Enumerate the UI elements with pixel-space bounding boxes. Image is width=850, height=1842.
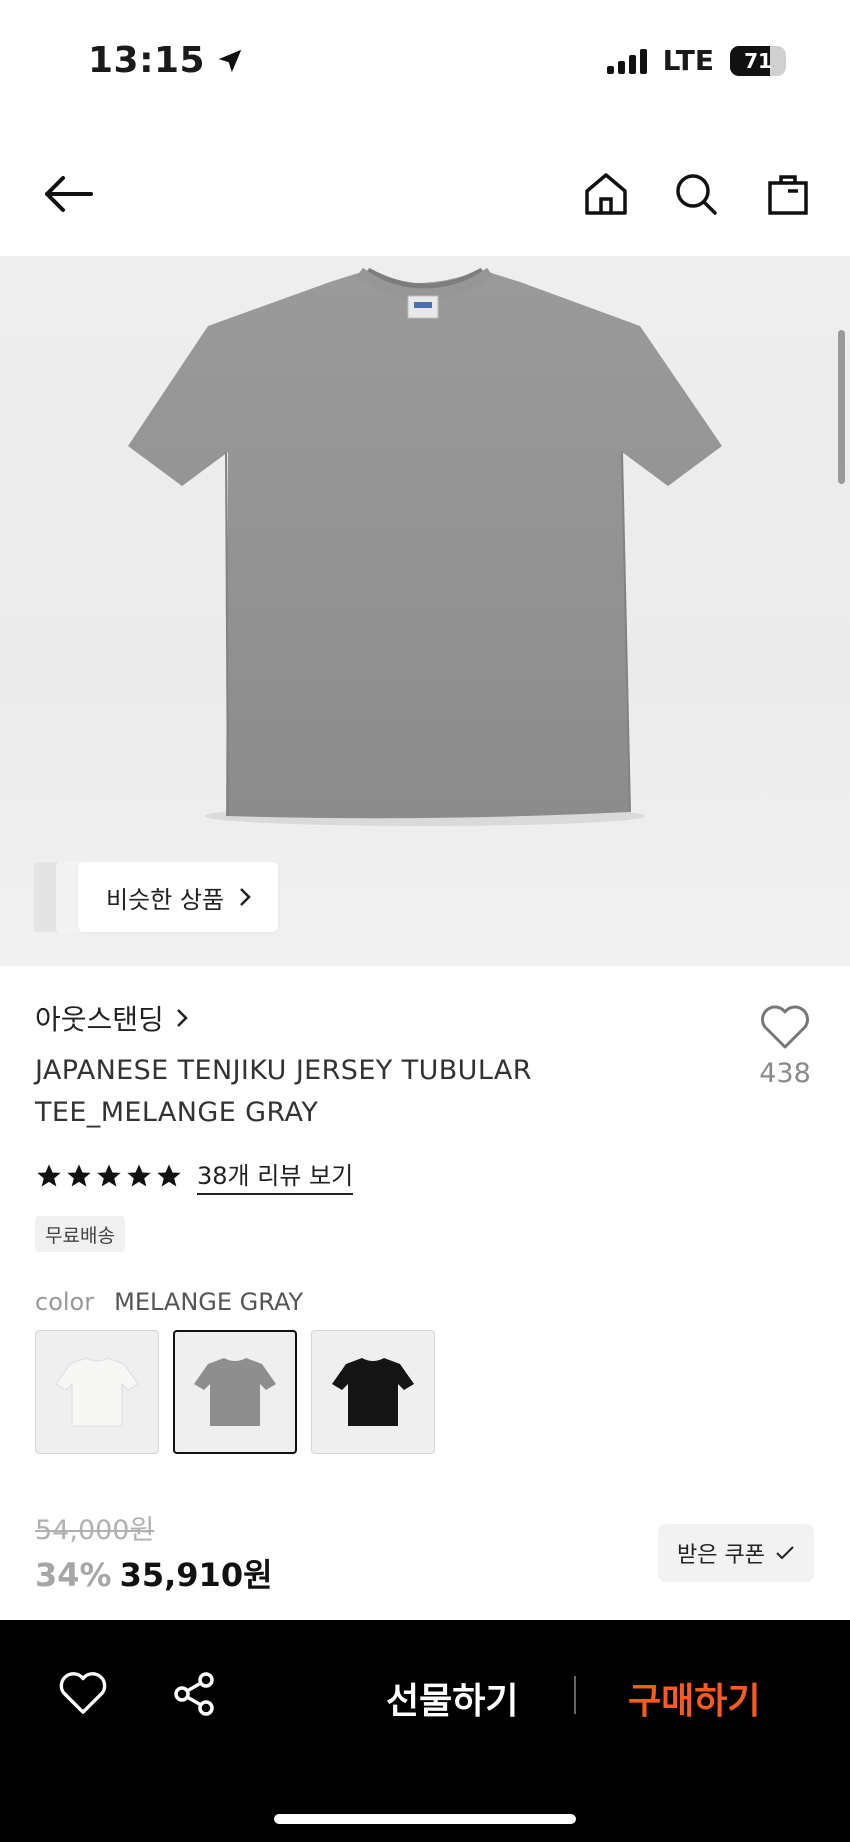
heart-outline-icon xyxy=(59,1672,107,1714)
final-price: 35,910원 xyxy=(119,1556,273,1594)
gift-button[interactable]: 선물하기 xyxy=(386,1672,518,1724)
divider xyxy=(574,1676,576,1714)
home-button[interactable] xyxy=(576,164,636,224)
color-label: color xyxy=(35,1288,95,1316)
status-time-group: 13:15 xyxy=(88,40,245,81)
free-shipping-badge: 무료배송 xyxy=(35,1216,125,1252)
battery-icon: 71 xyxy=(730,45,786,76)
cart-button[interactable] xyxy=(758,164,818,224)
white-tshirt-thumbnail xyxy=(55,1357,139,1427)
shopping-bag-icon xyxy=(768,175,808,215)
star-icon xyxy=(127,1163,151,1186)
network-label: LTE xyxy=(662,44,714,77)
buy-button[interactable]: 구매하기 xyxy=(628,1672,760,1724)
like-button[interactable]: 438 xyxy=(752,1004,818,1089)
search-icon xyxy=(676,174,717,215)
price-row: 34% 35,910원 xyxy=(35,1550,273,1596)
star-icon xyxy=(157,1163,181,1186)
product-image[interactable] xyxy=(0,256,850,966)
coupon-label: 받은 쿠폰 xyxy=(677,1543,765,1568)
star-icon xyxy=(67,1163,91,1186)
signal-icon xyxy=(606,48,647,74)
color-swatches xyxy=(35,1330,435,1454)
color-value: MELANGE GRAY xyxy=(114,1288,304,1316)
product-title-line2: TEE_MELANGE GRAY xyxy=(35,1097,319,1128)
product-title: JAPANESE TENJIKU JERSEY TUBULAR TEE_MELA… xyxy=(35,1050,635,1134)
search-button[interactable] xyxy=(666,164,726,224)
chevron-right-icon xyxy=(176,1009,188,1027)
black-tshirt-thumbnail xyxy=(332,1358,414,1426)
product-title-line1: JAPANESE TENJIKU JERSEY TUBULAR xyxy=(35,1055,532,1086)
home-icon xyxy=(585,173,627,215)
rating-row: 38개 리뷰 보기 xyxy=(35,1156,354,1195)
top-nav-bar xyxy=(0,150,850,238)
gray-tshirt-illustration xyxy=(128,267,722,826)
star-icon xyxy=(97,1163,121,1186)
battery-level: 71 xyxy=(744,48,772,73)
status-indicators: LTE 71 xyxy=(606,44,786,77)
star-icon xyxy=(37,1163,61,1186)
similar-products-label: 비슷한 상품 xyxy=(106,885,225,914)
discount-rate: 34% xyxy=(35,1556,112,1594)
chevron-right-icon xyxy=(240,888,251,906)
location-arrow-icon xyxy=(218,49,242,72)
original-price: 54,000원 xyxy=(35,1515,155,1546)
back-button[interactable] xyxy=(38,164,98,224)
bottom-action-bar: 선물하기 구매하기 xyxy=(0,1620,850,1842)
similar-products-label-box: 비슷한 상품 xyxy=(78,862,278,932)
like-count: 438 xyxy=(759,1058,811,1089)
share-button[interactable] xyxy=(170,1670,220,1720)
rating-stars xyxy=(35,1162,183,1190)
reviews-link[interactable]: 38개 리뷰 보기 xyxy=(197,1156,354,1195)
arrow-left-icon xyxy=(45,176,93,212)
brand-link[interactable]: 아웃스탠딩 xyxy=(35,998,190,1038)
swatch-white[interactable] xyxy=(35,1330,159,1454)
color-row: color MELANGE GRAY xyxy=(35,1288,303,1316)
home-indicator[interactable] xyxy=(274,1814,576,1824)
swatch-melange-gray[interactable] xyxy=(173,1330,297,1454)
status-bar: 13:15 LTE 71 xyxy=(0,0,850,120)
coupon-button[interactable]: 받은 쿠폰 xyxy=(658,1524,814,1582)
swatch-black[interactable] xyxy=(311,1330,435,1454)
gray-tshirt-thumbnail xyxy=(194,1358,276,1426)
brand-name: 아웃스탠딩 xyxy=(35,1003,164,1036)
wishlist-button[interactable] xyxy=(58,1670,108,1720)
share-icon xyxy=(174,1672,214,1716)
heart-outline-icon xyxy=(761,1005,809,1049)
scrollbar[interactable] xyxy=(838,330,845,484)
checkmark-icon xyxy=(776,1546,794,1560)
status-time: 13:15 xyxy=(88,40,206,81)
